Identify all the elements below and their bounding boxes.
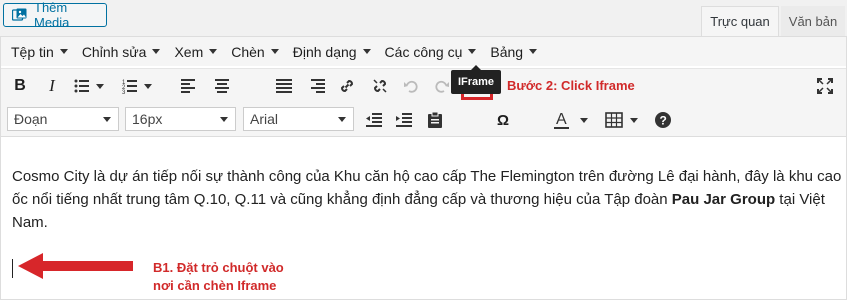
align-right-icon xyxy=(311,79,325,93)
bullet-list-icon xyxy=(74,79,104,93)
indent-button[interactable] xyxy=(393,109,415,131)
insert-link-button[interactable] xyxy=(336,75,358,97)
align-center-button[interactable] xyxy=(211,75,233,97)
align-justify-button[interactable] xyxy=(273,75,295,97)
menu-label: Xem xyxy=(174,43,204,60)
help-icon: ? xyxy=(655,112,671,128)
caret-down-icon xyxy=(362,49,371,54)
paragraph-bold: Pau Jar Group xyxy=(671,191,776,208)
font-size-select[interactable]: 16px xyxy=(125,107,236,131)
format-select[interactable]: Đoạn xyxy=(7,107,119,131)
font-size-value: 16px xyxy=(132,111,163,127)
menu-label: Các công cụ xyxy=(384,43,463,60)
redo-button[interactable] xyxy=(431,75,453,97)
align-left-icon xyxy=(181,79,195,93)
align-right-button[interactable] xyxy=(306,75,328,97)
svg-text:A: A xyxy=(556,111,567,128)
outdent-button[interactable] xyxy=(363,109,385,131)
caret-down-icon xyxy=(209,49,218,54)
step1-line1: B1. Đặt trỏ chuột vào xyxy=(153,260,284,275)
text-cursor xyxy=(12,259,13,278)
menubar: Tệp tin Chỉnh sửa Xem Chèn Định dạng Các… xyxy=(1,37,846,66)
fullscreen-icon xyxy=(817,78,833,94)
text-color-icon: A xyxy=(554,111,588,129)
numbered-list-button[interactable]: 123 xyxy=(121,75,155,97)
link-icon xyxy=(341,80,353,92)
toolbar-primary: B I 123 Bước 2: Click Iframe xyxy=(1,68,846,105)
align-justify-icon xyxy=(276,79,292,93)
caret-down-icon xyxy=(103,117,111,122)
table-button[interactable] xyxy=(604,108,642,132)
bold-button[interactable]: B xyxy=(9,75,31,97)
svg-text:?: ? xyxy=(660,114,667,128)
menu-file[interactable]: Tệp tin xyxy=(4,44,75,60)
svg-text:3: 3 xyxy=(122,90,126,94)
menu-format[interactable]: Định dạng xyxy=(286,44,378,60)
font-family-value: Arial xyxy=(250,111,279,127)
fullscreen-button[interactable] xyxy=(814,75,836,97)
menu-insert[interactable]: Chèn xyxy=(224,44,285,60)
top-bar: Thêm Media Trực quan Văn bản xyxy=(0,0,847,36)
help-button[interactable]: ? xyxy=(652,109,674,131)
caret-down-icon xyxy=(338,117,346,122)
align-center-icon xyxy=(215,79,229,93)
menu-label: Định dạng xyxy=(292,43,357,60)
toolbar-secondary: Đoạn 16px Arial Ω A ? xyxy=(1,104,846,137)
align-left-button[interactable] xyxy=(178,75,200,97)
menu-edit[interactable]: Chỉnh sửa xyxy=(75,44,168,60)
caret-down-icon xyxy=(468,49,477,54)
font-family-select[interactable]: Arial xyxy=(243,107,354,131)
editor-content[interactable]: Cosmo City là dự án tiếp nối sự thành cô… xyxy=(12,165,842,234)
step2-annotation: Bước 2: Click Iframe xyxy=(507,78,635,93)
caret-down-icon xyxy=(270,49,279,54)
numbered-list-icon: 123 xyxy=(122,80,152,94)
remove-link-button[interactable] xyxy=(369,75,391,97)
caret-down-icon xyxy=(59,49,68,54)
step1-line2: nơi cần chèn Iframe xyxy=(153,278,277,293)
italic-button[interactable]: I xyxy=(41,75,63,97)
indent-icon xyxy=(396,113,412,127)
caret-down-icon xyxy=(152,49,161,54)
italic-icon: I xyxy=(49,76,55,95)
tab-text[interactable]: Văn bản xyxy=(781,6,845,36)
outdent-icon xyxy=(366,113,382,127)
special-char-button[interactable]: Ω xyxy=(492,109,514,131)
iframe-tooltip: IFrame xyxy=(451,65,501,94)
bullet-list-button[interactable] xyxy=(73,75,107,97)
unlink-icon xyxy=(373,79,387,93)
caret-down-icon xyxy=(220,117,228,122)
menu-label: Chỉnh sửa xyxy=(81,43,147,60)
bold-icon: B xyxy=(14,77,26,94)
step1-annotation: B1. Đặt trỏ chuột vào nơi cần chèn Ifram… xyxy=(153,259,284,295)
menu-label: Chèn xyxy=(231,43,265,60)
menu-label: Bảng xyxy=(490,43,524,60)
omega-icon: Ω xyxy=(496,111,510,129)
format-select-value: Đoạn xyxy=(14,111,48,127)
add-media-label: Thêm Media xyxy=(34,0,70,30)
menu-tools[interactable]: Các công cụ xyxy=(378,44,484,60)
table-icon xyxy=(605,112,638,128)
add-media-button[interactable]: Thêm Media xyxy=(3,0,107,30)
clipboard-icon xyxy=(428,112,442,128)
undo-icon xyxy=(404,80,418,93)
caret-down-icon xyxy=(529,49,538,54)
menu-view[interactable]: Xem xyxy=(167,44,224,60)
menu-table[interactable]: Bảng xyxy=(483,44,544,60)
text-color-button[interactable]: A xyxy=(551,108,591,132)
menu-label: Tệp tin xyxy=(11,43,54,60)
undo-button[interactable] xyxy=(400,75,422,97)
media-icon xyxy=(12,8,28,22)
tab-visual[interactable]: Trực quan xyxy=(701,6,779,36)
redo-icon xyxy=(435,80,449,93)
arrow-left-icon xyxy=(18,253,133,279)
paste-text-button[interactable] xyxy=(424,109,446,131)
